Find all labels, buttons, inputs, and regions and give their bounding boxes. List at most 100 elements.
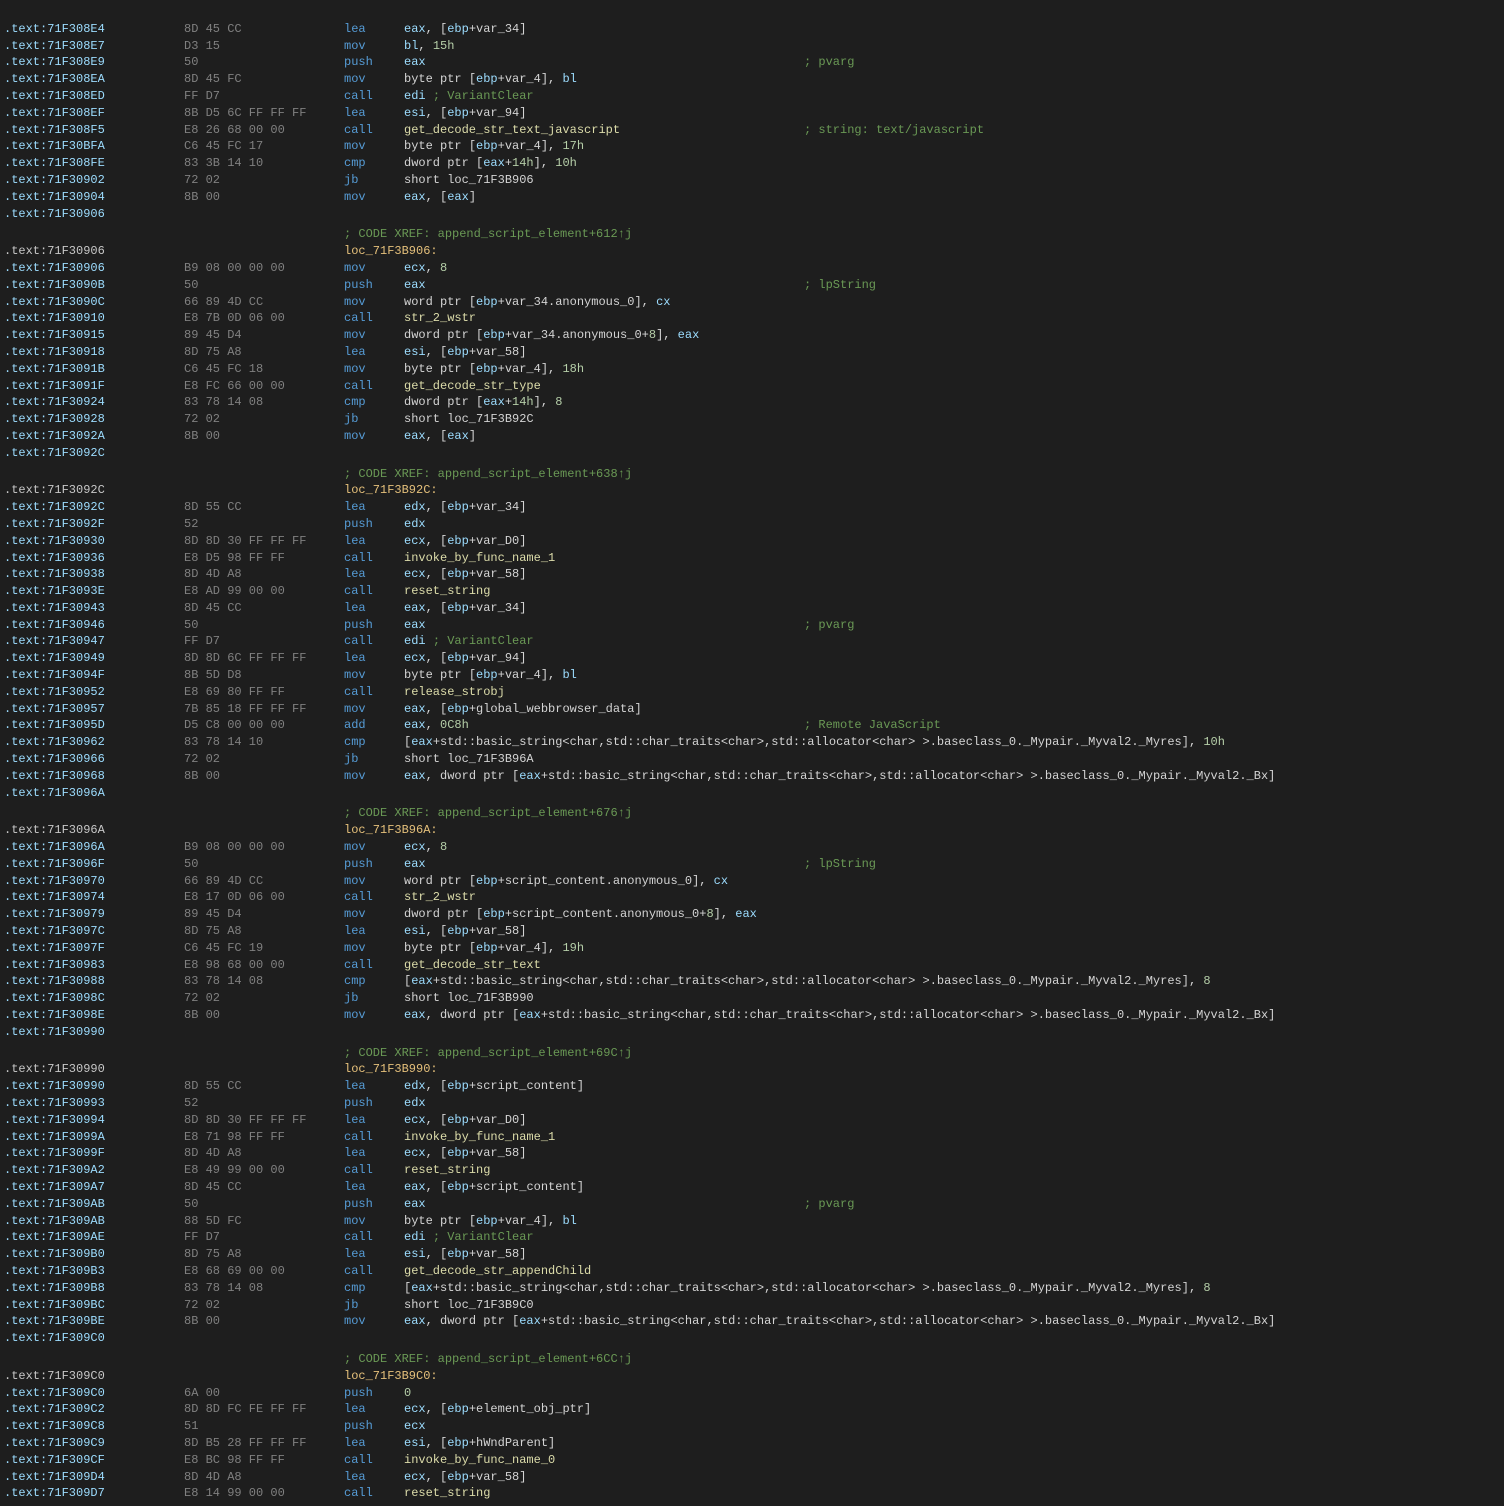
xref-comment-line: ; CODE XREF: append_script_element+69C↑j	[0, 1045, 1504, 1062]
bytes: FF D7	[184, 633, 344, 650]
address: .text:71F30990	[4, 1078, 184, 1095]
disasm-line: .text:71F309BE8B 00moveax, dword ptr [ea…	[0, 1313, 1504, 1330]
xref-indent	[4, 466, 344, 483]
mnemonic: call	[344, 1452, 404, 1469]
operands: eax, dword ptr [eax+std::basic_string<ch…	[404, 1313, 1275, 1330]
disasm-line: .text:71F309A2E8 49 99 00 00callreset_st…	[0, 1162, 1504, 1179]
disasm-line: .text:71F309908D 55 CCleaedx, [ebp+scrip…	[0, 1078, 1504, 1095]
mnemonic: lea	[344, 105, 404, 122]
location-label-line: .text:71F3096Aloc_71F3B96A:	[0, 822, 1504, 839]
bytes: 8D 45 CC	[184, 600, 344, 617]
bytes: E8 7B 0D 06 00	[184, 310, 344, 327]
mnemonic: mov	[344, 667, 404, 684]
xref-text: ; CODE XREF: append_script_element+612↑j	[344, 226, 632, 243]
operands: eax, [ebp+global_webbrowser_data]	[404, 701, 804, 718]
disasm-line: .text:71F3091BC6 45 FC 18movbyte ptr [eb…	[0, 361, 1504, 378]
operands: short loc_71F3B96A	[404, 751, 804, 768]
mnemonic: push	[344, 516, 404, 533]
xref-text: ; CODE XREF: append_script_element+6CC↑j	[344, 1351, 632, 1368]
mnemonic: push	[344, 856, 404, 873]
xref-comment-line: ; CODE XREF: append_script_element+638↑j	[0, 466, 1504, 483]
operands: edx, [ebp+var_34]	[404, 499, 804, 516]
location-definition: loc_71F3B906:	[344, 243, 438, 260]
address: .text:71F3099F	[4, 1145, 184, 1162]
mnemonic: lea	[344, 1246, 404, 1263]
bytes: 8D 55 CC	[184, 1078, 344, 1095]
address: .text:71F30938	[4, 566, 184, 583]
operands: eax, [eax]	[404, 189, 804, 206]
disasm-line: .text:71F309B3E8 68 69 00 00callget_deco…	[0, 1263, 1504, 1280]
mnemonic: lea	[344, 923, 404, 940]
disasm-line: .text:71F3099F8D 4D A8leaecx, [ebp+var_5…	[0, 1145, 1504, 1162]
address: .text:71F309BC	[4, 1297, 184, 1314]
bytes: 50	[184, 1196, 344, 1213]
address: .text:71F3096F	[4, 856, 184, 873]
address: .text:71F3092C	[4, 445, 184, 462]
bytes: 83 78 14 08	[184, 394, 344, 411]
address: .text:71F308E4	[4, 21, 184, 38]
disasm-line: .text:71F309B08D 75 A8leaesi, [ebp+var_5…	[0, 1246, 1504, 1263]
operands: get_decode_str_text	[404, 957, 804, 974]
xref-text: ; CODE XREF: append_script_element+638↑j	[344, 466, 632, 483]
mnemonic: call	[344, 310, 404, 327]
address: .text:71F3092A	[4, 428, 184, 445]
mnemonic: mov	[344, 294, 404, 311]
disasm-line: .text:71F309388D 4D A8leaecx, [ebp+var_5…	[0, 566, 1504, 583]
disasm-line: .text:71F309CFE8 BC 98 FF FFcallinvoke_b…	[0, 1452, 1504, 1469]
mnemonic: call	[344, 1485, 404, 1502]
disasm-line: .text:71F30906B9 08 00 00 00movecx, 8	[0, 260, 1504, 277]
disasm-line: .text:71F309048B 00moveax, [eax]	[0, 189, 1504, 206]
operands: eax	[404, 277, 804, 294]
operands: ecx, 8	[404, 839, 804, 856]
operands: word ptr [ebp+var_34.anonymous_0], cx	[404, 294, 804, 311]
address: .text:71F30918	[4, 344, 184, 361]
mnemonic: jb	[344, 411, 404, 428]
disasm-line: .text:71F309577B 85 18 FF FF FFmoveax, […	[0, 701, 1504, 718]
mnemonic: mov	[344, 906, 404, 923]
address: .text:71F30924	[4, 394, 184, 411]
operands: [eax+std::basic_string<char,std::char_tr…	[404, 734, 1225, 751]
disasm-line: .text:71F3096283 78 14 10cmp[eax+std::ba…	[0, 734, 1504, 751]
disasm-line: .text:71F308E48D 45 CCleaeax, [ebp+var_3…	[0, 21, 1504, 38]
xref-indent	[4, 226, 344, 243]
disasm-line: .text:71F309688B 00moveax, dword ptr [ea…	[0, 768, 1504, 785]
bytes: FF D7	[184, 88, 344, 105]
mnemonic: call	[344, 889, 404, 906]
address: .text:71F309A7	[4, 1179, 184, 1196]
mnemonic: mov	[344, 71, 404, 88]
bytes: 8D 4D A8	[184, 566, 344, 583]
mnemonic: call	[344, 1129, 404, 1146]
disasm-line: .text:71F3090C66 89 4D CCmovword ptr [eb…	[0, 294, 1504, 311]
address: .text:71F30910	[4, 310, 184, 327]
operands: edi ; VariantClear	[404, 633, 804, 650]
address: .text:71F309C2	[4, 1401, 184, 1418]
bytes: 8B 00	[184, 1007, 344, 1024]
operands: byte ptr [ebp+var_4], 17h	[404, 138, 804, 155]
address: .text:71F3098C	[4, 990, 184, 1007]
disasm-line: .text:71F30936E8 D5 98 FF FFcallinvoke_b…	[0, 550, 1504, 567]
operands: eax, [ebp+var_34]	[404, 600, 804, 617]
operands: eax, [ebp+var_34]	[404, 21, 804, 38]
bytes: C6 45 FC 18	[184, 361, 344, 378]
location-label-line: .text:71F30906 loc_71F3B906:	[0, 243, 1504, 260]
disasm-line: .text:71F3096A	[0, 785, 1504, 802]
disasm-line: .text:71F309D48D 4D A8leaecx, [ebp+var_5…	[0, 1469, 1504, 1486]
operands: reset_string	[404, 1485, 804, 1502]
operands: eax	[404, 617, 804, 634]
operands: get_decode_str_text_javascript	[404, 122, 804, 139]
operands: 0	[404, 1385, 804, 1402]
bytes: 7B 85 18 FF FF FF	[184, 701, 344, 718]
operands: eax, [ebp+script_content]	[404, 1179, 804, 1196]
disasm-line: .text:71F309AB50pusheax; pvarg	[0, 1196, 1504, 1213]
mnemonic: call	[344, 550, 404, 567]
address: .text:71F308FE	[4, 155, 184, 172]
bytes: 8B 5D D8	[184, 667, 344, 684]
mnemonic: mov	[344, 1213, 404, 1230]
address: .text:71F30906	[4, 243, 184, 260]
operands: invoke_by_func_name_1	[404, 1129, 804, 1146]
bytes: 8B 00	[184, 1313, 344, 1330]
mnemonic: mov	[344, 327, 404, 344]
bytes: D3 15	[184, 38, 344, 55]
xref-indent	[4, 805, 344, 822]
mnemonic: call	[344, 583, 404, 600]
